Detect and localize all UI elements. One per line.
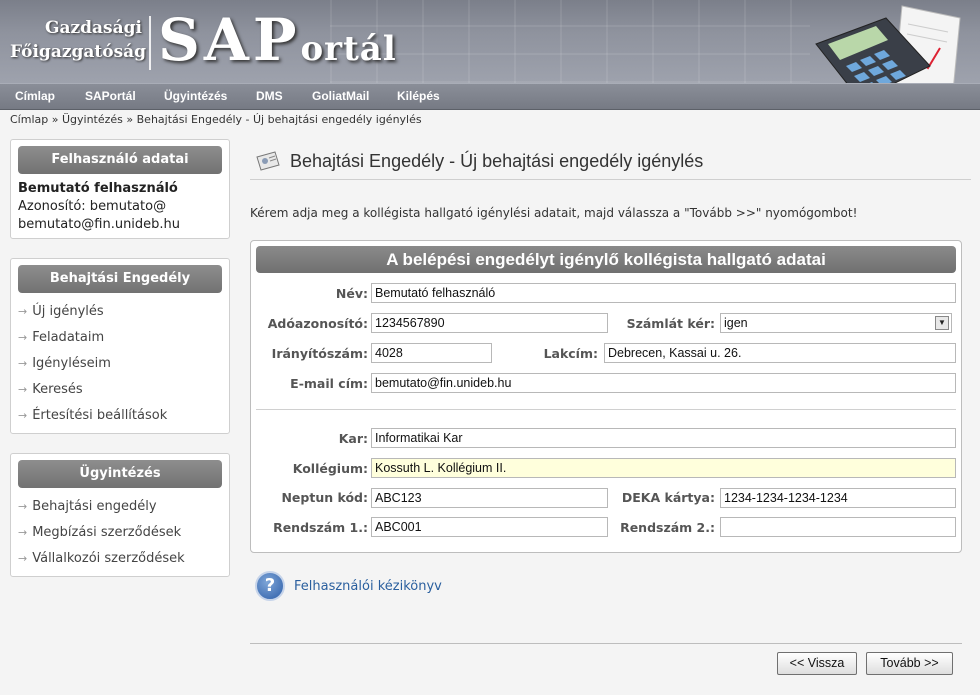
invoice-select[interactable]: igen ▼ (720, 313, 952, 333)
menu-uj-igenyles[interactable]: → Új igénylés (18, 299, 229, 325)
chevron-down-icon[interactable]: ▼ (935, 316, 949, 330)
menu-label: Új igénylés (32, 304, 104, 319)
label-tax-id: Adóazonosító: (267, 316, 368, 331)
nav-cimlap[interactable]: Címlap (15, 89, 55, 103)
plate-2-field[interactable] (720, 517, 956, 537)
nav-kilepes[interactable]: Kilépés (397, 89, 440, 103)
menu-label: Feladataim (32, 330, 105, 345)
back-button[interactable]: << Vissza (777, 652, 857, 675)
menu-behajtasi-engedely[interactable]: → Behajtási engedély (18, 494, 229, 520)
neptun-field[interactable]: ABC123 (371, 488, 608, 508)
label-email: E-mail cím: (290, 376, 368, 391)
menu-label: Keresés (32, 382, 83, 397)
main-nav: Címlap SAPortál Ügyintézés DMS GoliatMai… (0, 83, 980, 110)
menu-feladataim[interactable]: → Feladataim (18, 325, 229, 351)
form-heading: A belépési engedélyt igénylő kollégista … (256, 246, 956, 273)
user-email: bemutato@fin.unideb.hu (18, 217, 181, 232)
name-field[interactable]: Bemutató felhasználó (371, 283, 956, 303)
label-dormitory: Kollégium: (292, 461, 368, 476)
invoice-value: igen (724, 316, 748, 330)
breadcrumb-separator: » (51, 113, 59, 126)
admin-box-title: Ügyintézés (18, 460, 222, 488)
arrow-right-icon: → (18, 357, 28, 370)
logo-divider (149, 16, 151, 70)
user-id: Azonosító: bemutato@ (18, 199, 167, 214)
faculty-field[interactable]: Informatikai Kar (371, 428, 956, 448)
menu-label: Behajtási engedély (32, 499, 157, 514)
nav-goliatmail[interactable]: GoliatMail (312, 89, 369, 103)
menu-vallalkozoi-szerzodesek[interactable]: → Vállalkozói szerződések (18, 546, 229, 572)
id-card-icon (256, 151, 280, 171)
arrow-right-icon: → (18, 552, 28, 565)
arrow-right-icon: → (18, 331, 28, 344)
admin-menu-box: Ügyintézés → Behajtási engedély → Megbízás… (10, 453, 230, 577)
page-header: Behajtási Engedély - Új behajtási engedé… (250, 145, 971, 180)
logo-ortal: ortál (300, 29, 397, 69)
bottom-divider (250, 643, 962, 644)
page-title: Behajtási Engedély - Új behajtási engedé… (290, 151, 704, 171)
header-background-grid (330, 0, 810, 83)
menu-label: Megbízási szerződések (32, 525, 182, 540)
zip-field[interactable]: 4028 (371, 343, 492, 363)
applicant-form: A belépési engedélyt igénylő kollégista … (250, 240, 962, 553)
nav-ugyintezes[interactable]: Ügyintézés (164, 89, 227, 103)
dormitory-field[interactable]: Kossuth L. Kollégium II. (371, 458, 956, 478)
breadcrumb: Címlap » Ügyintézés » Behajtási Engedély… (10, 113, 422, 126)
email-field[interactable]: bemutato@fin.unideb.hu (371, 373, 956, 393)
user-details: Bemutató felhasználó Azonosító: bemutato… (11, 174, 229, 240)
menu-kereses[interactable]: → Keresés (18, 377, 229, 403)
breadcrumb-home[interactable]: Címlap (10, 113, 48, 126)
label-plate-2: Rendszám 2.: (620, 520, 715, 535)
logo-sap: SAP (158, 6, 301, 74)
user-manual-link[interactable]: Felhasználói kézikönyv (294, 579, 442, 594)
label-address: Lakcím: (543, 346, 598, 361)
arrow-right-icon: → (18, 500, 28, 513)
menu-ertesitesi-beallitasok[interactable]: → Értesítési beállítások (18, 403, 229, 429)
user-info-box: Felhasználó adatai Bemutató felhasználó … (10, 139, 230, 239)
help-icon[interactable]: ? (255, 571, 285, 601)
arrow-right-icon: → (18, 526, 28, 539)
label-faculty: Kar: (338, 431, 368, 446)
label-deka: DEKA kártya: (621, 490, 715, 505)
menu-label: Igényléseim (32, 356, 111, 371)
nav-saportal[interactable]: SAPortál (85, 89, 136, 103)
next-button[interactable]: Tovább >> (866, 652, 953, 675)
logo-saportal: SAPortál (158, 6, 397, 74)
header-banner: Gazdasági Főigazgatóság SAPortál (0, 0, 980, 83)
permit-menu-list: → Új igénylés → Feladataim → Igényléseim → K… (11, 293, 229, 429)
permit-menu-box: Behajtási Engedély → Új igénylés → Feladat… (10, 258, 230, 434)
permit-box-title: Behajtási Engedély (18, 265, 222, 293)
label-plate-1: Rendszám 1.: (273, 520, 368, 535)
nav-dms[interactable]: DMS (256, 89, 283, 103)
address-field[interactable]: Debrecen, Kassai u. 26. (604, 343, 956, 363)
arrow-right-icon: → (18, 305, 28, 318)
breadcrumb-separator: » (126, 113, 134, 126)
arrow-right-icon: → (18, 409, 28, 422)
logo-line-2: Főigazgatóság (10, 42, 147, 62)
label-name: Név: (335, 286, 368, 301)
label-zip: Irányítószám: (271, 346, 368, 361)
form-divider (256, 409, 956, 410)
logo-line-1: Gazdasági (44, 18, 142, 38)
plate-1-field[interactable]: ABC001 (371, 517, 608, 537)
user-name: Bemutató felhasználó (18, 181, 178, 196)
arrow-right-icon: → (18, 383, 28, 396)
menu-label: Vállalkozói szerződések (32, 551, 185, 566)
logo-text: Gazdasági Főigazgatóság (10, 16, 147, 64)
breadcrumb-current: Behajtási Engedély - Új behajtási engedé… (136, 113, 422, 126)
label-invoice: Számlát kér: (626, 316, 715, 331)
menu-igenyleseim[interactable]: → Igényléseim (18, 351, 229, 377)
breadcrumb-section[interactable]: Ügyintézés (62, 113, 123, 126)
calculator-icon (815, 5, 961, 83)
admin-menu-list: → Behajtási engedély → Megbízási szerződés… (11, 488, 229, 572)
deka-card-field[interactable]: 1234-1234-1234-1234 (720, 488, 956, 508)
tax-id-field[interactable]: 1234567890 (371, 313, 608, 333)
user-box-title: Felhasználó adatai (18, 146, 222, 174)
menu-megbizasi-szerzodesek[interactable]: → Megbízási szerződések (18, 520, 229, 546)
instruction-text: Kérem adja meg a kollégista hallgató igé… (250, 206, 858, 220)
menu-label: Értesítési beállítások (32, 408, 168, 423)
label-neptun: Neptun kód: (281, 490, 368, 505)
